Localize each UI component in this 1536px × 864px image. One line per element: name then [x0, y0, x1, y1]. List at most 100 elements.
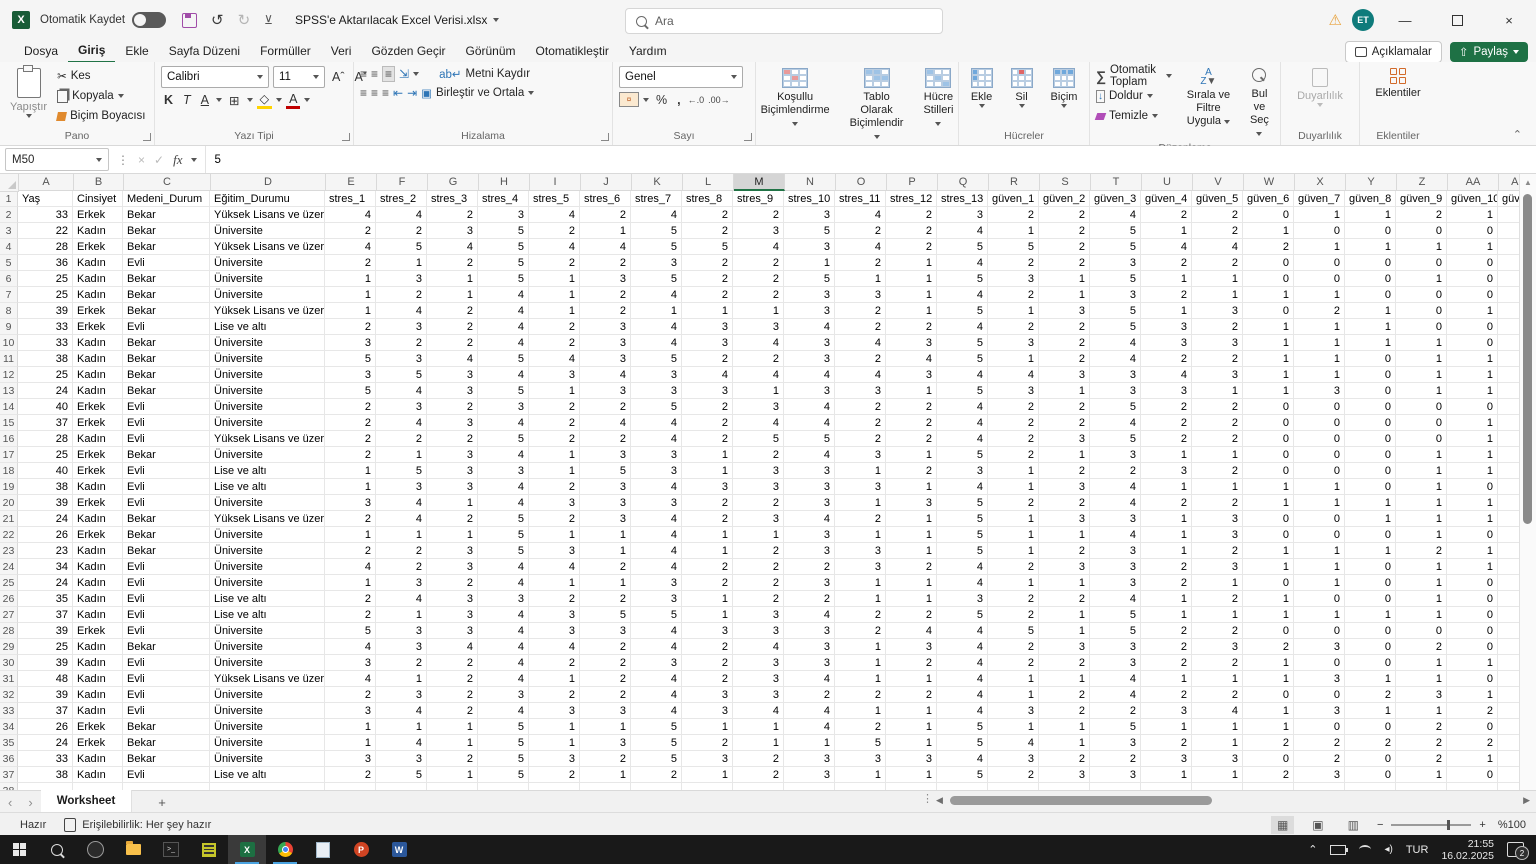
cell-T18[interactable]: 2	[1090, 463, 1141, 479]
row-header-11[interactable]: 11	[0, 351, 18, 367]
cell-H22[interactable]: 5	[478, 527, 529, 543]
cell-A20[interactable]: 39	[18, 495, 73, 511]
cell-T12[interactable]: 3	[1090, 367, 1141, 383]
cell-Y22[interactable]: 0	[1345, 527, 1396, 543]
cell-W1[interactable]: güven_6	[1243, 191, 1294, 207]
cell-Z20[interactable]: 1	[1396, 495, 1447, 511]
cell-O18[interactable]: 1	[835, 463, 886, 479]
cell-K10[interactable]: 4	[631, 335, 682, 351]
cell-S11[interactable]: 2	[1039, 351, 1090, 367]
cell-X5[interactable]: 0	[1294, 255, 1345, 271]
cell-AB13[interactable]	[1498, 383, 1520, 399]
cell-J6[interactable]: 3	[580, 271, 631, 287]
cell-N6[interactable]: 5	[784, 271, 835, 287]
column-header-AB[interactable]: AB	[1499, 174, 1520, 191]
cell-Y6[interactable]: 0	[1345, 271, 1396, 287]
horizontal-scrollbar[interactable]	[948, 795, 1514, 807]
cell-N36[interactable]: 3	[784, 751, 835, 767]
cell-M1[interactable]: stres_9	[733, 191, 784, 207]
cell-U13[interactable]: 3	[1141, 383, 1192, 399]
cell-W25[interactable]: 0	[1243, 575, 1294, 591]
cell-U22[interactable]: 1	[1141, 527, 1192, 543]
cell-W38[interactable]	[1243, 783, 1294, 790]
cell-U38[interactable]	[1141, 783, 1192, 790]
cell-Y33[interactable]: 1	[1345, 703, 1396, 719]
cell-K18[interactable]: 3	[631, 463, 682, 479]
cell-Y35[interactable]: 2	[1345, 735, 1396, 751]
cell-AB21[interactable]	[1498, 511, 1520, 527]
cell-N15[interactable]: 4	[784, 415, 835, 431]
cell-AA4[interactable]: 1	[1447, 239, 1498, 255]
cell-S33[interactable]: 2	[1039, 703, 1090, 719]
cell-B37[interactable]: Kadın	[73, 767, 123, 783]
cell-Q6[interactable]: 5	[937, 271, 988, 287]
cell-A37[interactable]: 38	[18, 767, 73, 783]
cell-H4[interactable]: 5	[478, 239, 529, 255]
cell-L31[interactable]: 2	[682, 671, 733, 687]
cell-D8[interactable]: Yüksek Lisans ve üzeri	[210, 303, 325, 319]
cell-Q14[interactable]: 4	[937, 399, 988, 415]
cell-AA19[interactable]: 0	[1447, 479, 1498, 495]
column-header-J[interactable]: J	[581, 174, 632, 191]
cell-H9[interactable]: 4	[478, 319, 529, 335]
cell-U20[interactable]: 2	[1141, 495, 1192, 511]
zoom-slider[interactable]	[1391, 824, 1471, 826]
cell-I32[interactable]: 2	[529, 687, 580, 703]
cell-P26[interactable]: 1	[886, 591, 937, 607]
ribbon-tab-ekle[interactable]: Ekle	[115, 40, 158, 62]
cell-J27[interactable]: 5	[580, 607, 631, 623]
cell-B10[interactable]: Kadın	[73, 335, 123, 351]
cell-X27[interactable]: 1	[1294, 607, 1345, 623]
cell-X36[interactable]: 2	[1294, 751, 1345, 767]
cell-N23[interactable]: 3	[784, 543, 835, 559]
cell-E31[interactable]: 4	[325, 671, 376, 687]
cell-C30[interactable]: Evli	[123, 655, 210, 671]
cell-U34[interactable]: 1	[1141, 719, 1192, 735]
cell-N34[interactable]: 4	[784, 719, 835, 735]
decrease-decimal-icon[interactable]: .00→	[708, 95, 730, 105]
cut-button[interactable]: ✂Kes	[57, 66, 145, 86]
cell-B14[interactable]: Erkek	[73, 399, 123, 415]
cell-G13[interactable]: 3	[427, 383, 478, 399]
zoom-out-icon[interactable]: −	[1377, 819, 1383, 831]
cell-T13[interactable]: 3	[1090, 383, 1141, 399]
cell-V24[interactable]: 3	[1192, 559, 1243, 575]
align-middle-icon[interactable]: ≡	[371, 67, 378, 81]
vertical-scrollbar[interactable]: ▲	[1519, 174, 1536, 790]
cell-I24[interactable]: 4	[529, 559, 580, 575]
cell-C24[interactable]: Evli	[123, 559, 210, 575]
cell-H37[interactable]: 5	[478, 767, 529, 783]
cell-Y25[interactable]: 0	[1345, 575, 1396, 591]
cell-E6[interactable]: 1	[325, 271, 376, 287]
cell-B30[interactable]: Kadın	[73, 655, 123, 671]
cell-B12[interactable]: Kadın	[73, 367, 123, 383]
cell-AA34[interactable]: 0	[1447, 719, 1498, 735]
ribbon-tab-giriş[interactable]: Giriş	[68, 39, 115, 63]
cell-Y5[interactable]: 0	[1345, 255, 1396, 271]
font-dialog-launcher[interactable]	[342, 133, 350, 141]
percent-style-icon[interactable]: %	[653, 93, 670, 107]
cell-V1[interactable]: güven_5	[1192, 191, 1243, 207]
cell-P14[interactable]: 2	[886, 399, 937, 415]
cell-Z16[interactable]: 0	[1396, 431, 1447, 447]
cell-Q1[interactable]: stres_13	[937, 191, 988, 207]
cell-I13[interactable]: 1	[529, 383, 580, 399]
cell-W34[interactable]: 1	[1243, 719, 1294, 735]
cell-R20[interactable]: 2	[988, 495, 1039, 511]
row-header-15[interactable]: 15	[0, 415, 18, 431]
cell-M31[interactable]: 3	[733, 671, 784, 687]
cell-U10[interactable]: 3	[1141, 335, 1192, 351]
cell-V8[interactable]: 3	[1192, 303, 1243, 319]
cell-N5[interactable]: 1	[784, 255, 835, 271]
cell-K5[interactable]: 3	[631, 255, 682, 271]
cell-Y24[interactable]: 0	[1345, 559, 1396, 575]
cell-X13[interactable]: 3	[1294, 383, 1345, 399]
excel-taskbar-icon[interactable]: X	[228, 835, 266, 864]
cell-AA5[interactable]: 0	[1447, 255, 1498, 271]
clear-button[interactable]: Temizle	[1096, 106, 1172, 126]
cell-V22[interactable]: 3	[1192, 527, 1243, 543]
cell-I35[interactable]: 1	[529, 735, 580, 751]
cell-X14[interactable]: 0	[1294, 399, 1345, 415]
cell-V29[interactable]: 3	[1192, 639, 1243, 655]
cell-L3[interactable]: 2	[682, 223, 733, 239]
